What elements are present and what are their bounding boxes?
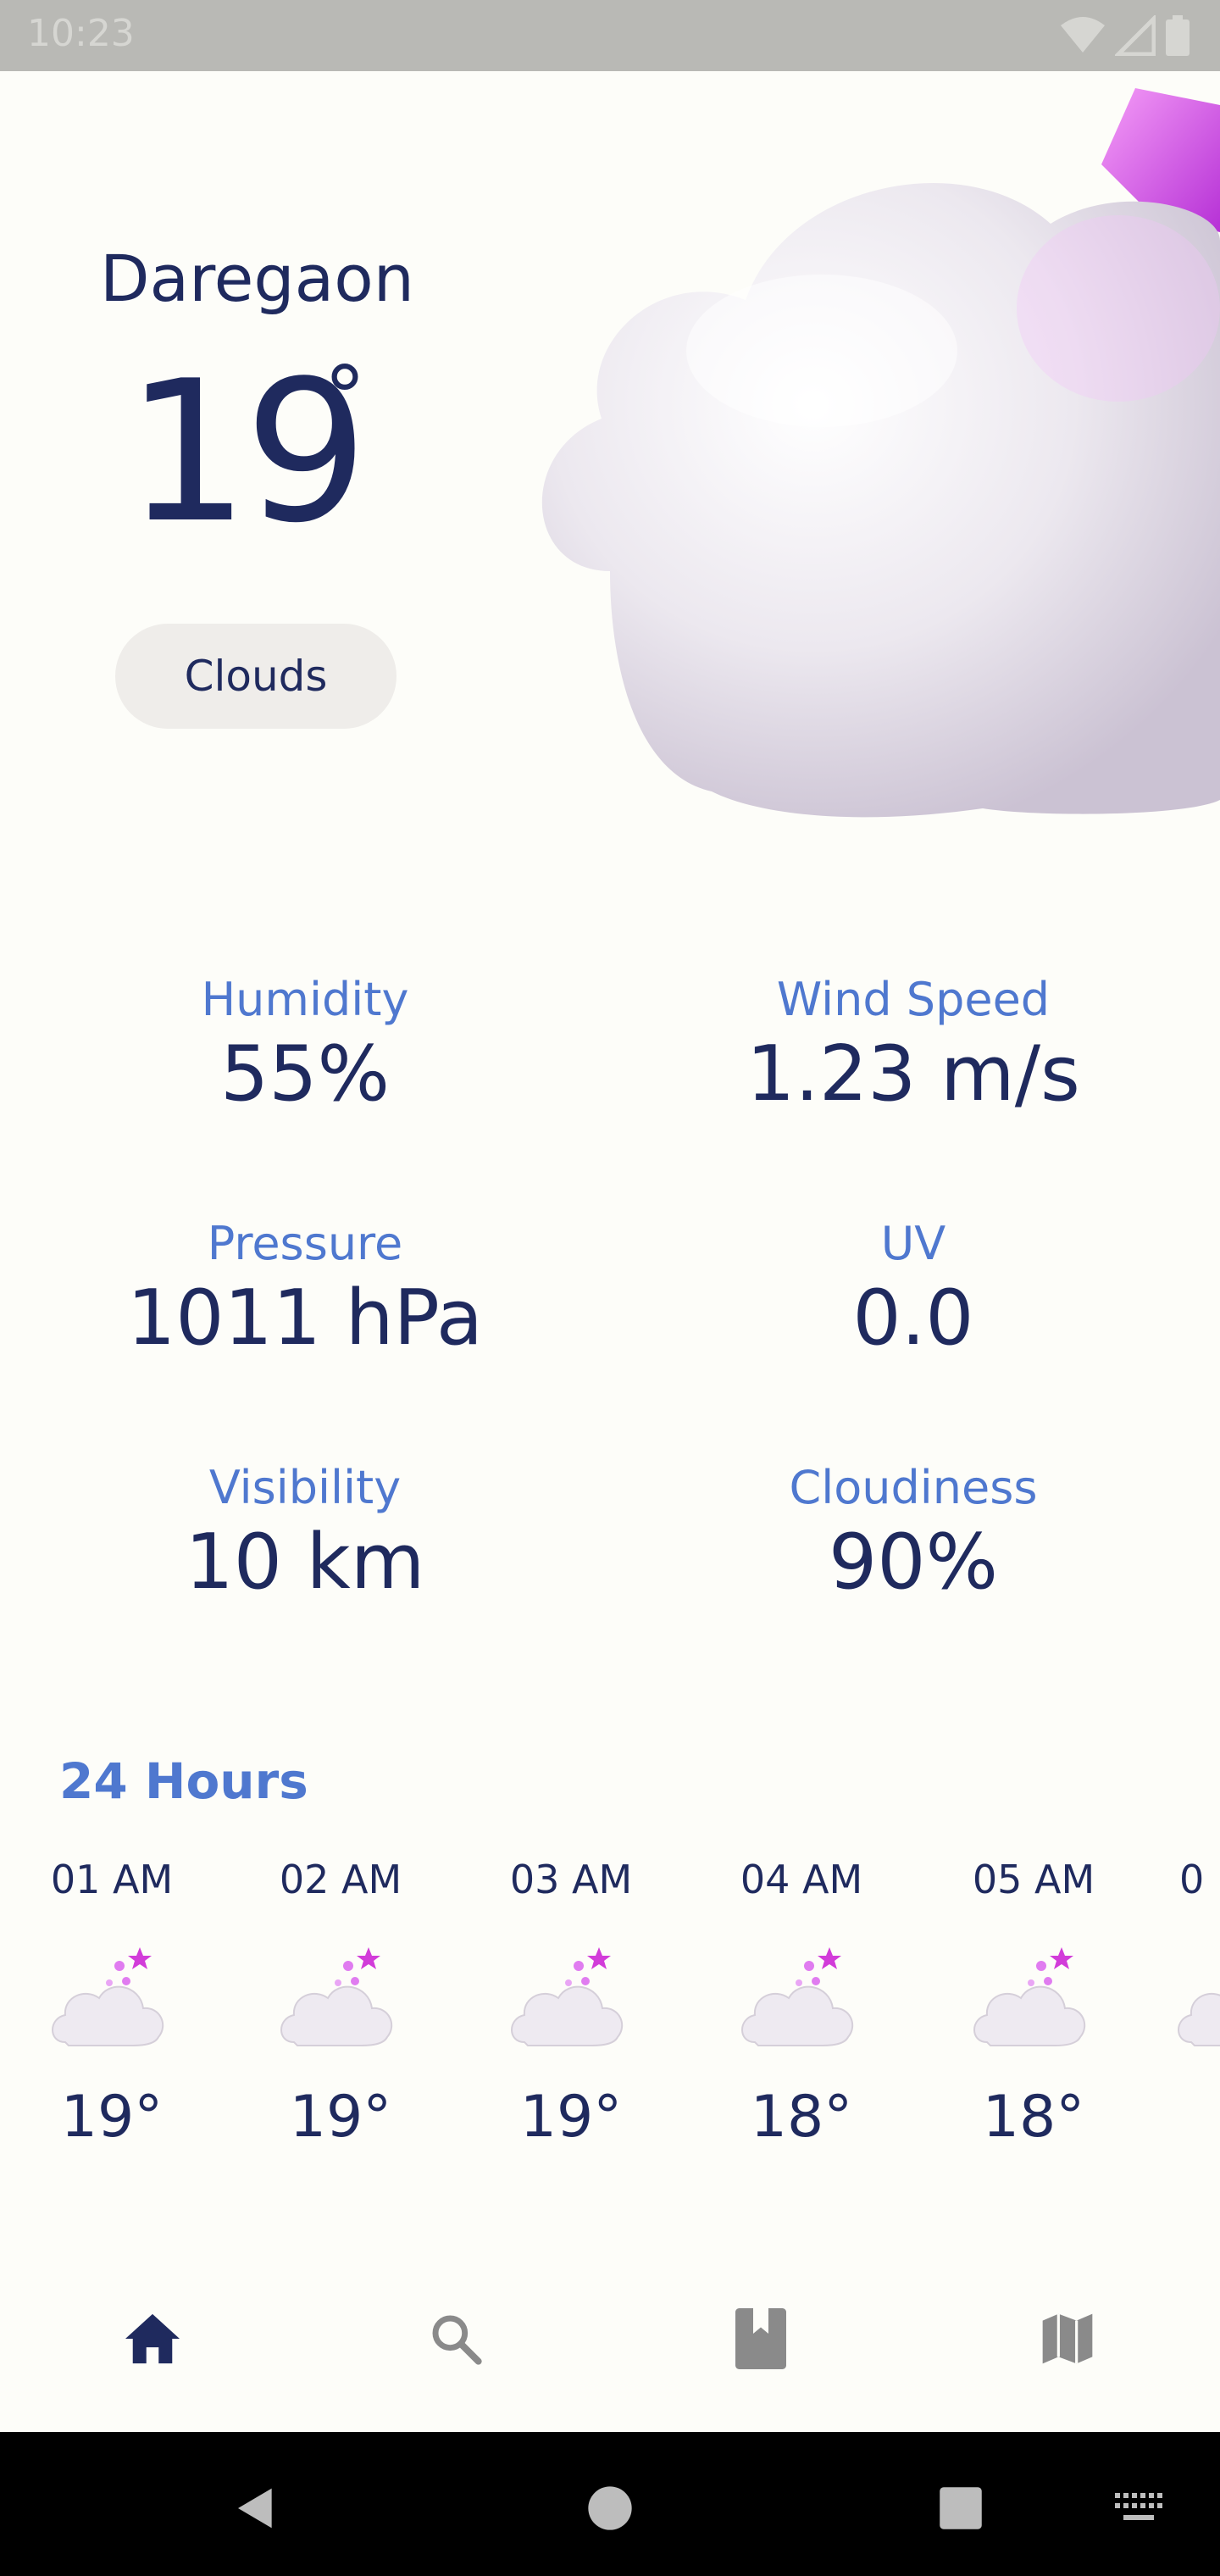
hour-time: 05 AM: [972, 1857, 1095, 1902]
stat-visibility: Visibility 10 km: [85, 1461, 525, 1605]
keyboard-button[interactable]: [1105, 2474, 1173, 2542]
stat-label: Humidity: [201, 973, 409, 1026]
battery-icon: [1166, 15, 1190, 56]
hour-item[interactable]: 01 AM 19°: [27, 1856, 197, 2151]
stat-label: Visibility: [208, 1461, 402, 1514]
stat-wind-speed: Wind Speed 1.23 m/s: [693, 973, 1134, 1117]
home-icon: [125, 2313, 180, 2364]
stat-value: 1.23 m/s: [746, 1030, 1080, 1119]
cloud-night-icon: [1178, 1992, 1220, 2046]
stat-label: Wind Speed: [776, 973, 1051, 1026]
recents-button[interactable]: [927, 2474, 995, 2542]
nav-search[interactable]: [405, 2288, 507, 2390]
condition-chip: Clouds: [115, 624, 396, 729]
hour-time: 01 AM: [50, 1857, 174, 1902]
stat-cloudiness: Cloudiness 90%: [693, 1461, 1134, 1605]
stat-value: 1011 hPa: [126, 1274, 484, 1363]
stat-humidity: Humidity 55%: [85, 973, 525, 1117]
hour-time: 02 AM: [279, 1857, 402, 1902]
bookmark-icon: [735, 2308, 786, 2369]
system-navigation-bar: [0, 2432, 1220, 2576]
hour-temp: 19°: [60, 2084, 164, 2151]
hour-item[interactable]: 05 AM 18°: [949, 1856, 1118, 2151]
map-icon: [1042, 2313, 1093, 2364]
back-button[interactable]: [222, 2474, 290, 2542]
hour-temp: 18°: [982, 2084, 1085, 2151]
cloud-night-icon: [511, 1947, 624, 2046]
nav-bookmarks[interactable]: [710, 2288, 812, 2390]
stat-value: 90%: [828, 1518, 999, 1607]
stat-uv: UV 0.0: [693, 1217, 1134, 1361]
nav-map[interactable]: [1017, 2288, 1118, 2390]
hour-temp: 19°: [519, 2084, 623, 2151]
stat-value: 0.0: [852, 1274, 974, 1363]
stat-value: 10 km: [185, 1518, 425, 1607]
hour-temp: 18°: [750, 2084, 853, 2151]
home-button[interactable]: [576, 2474, 644, 2542]
signal-icon: [1115, 15, 1156, 56]
recents-icon: [940, 2487, 982, 2529]
stat-label: UV: [880, 1217, 946, 1270]
back-icon: [238, 2488, 272, 2529]
hourly-section-title: 24 Hours: [59, 1752, 308, 1810]
hour-item[interactable]: 04 AM 18°: [717, 1856, 886, 2151]
cloud-night-icon: [973, 1947, 1086, 2046]
keyboard-icon: [1115, 2493, 1162, 2520]
status-icons: [1059, 15, 1203, 56]
hour-time: 03 AM: [509, 1857, 633, 1902]
hour-temp: 19°: [289, 2084, 392, 2151]
hour-time: 0: [1179, 1857, 1205, 1902]
degree-symbol: °: [324, 347, 366, 447]
bottom-navigation: [0, 2254, 1220, 2432]
hour-item[interactable]: 0: [1178, 1856, 1220, 2059]
nav-home[interactable]: [102, 2288, 203, 2390]
stat-label: Cloudiness: [789, 1461, 1038, 1514]
city-name: Daregaon: [100, 241, 414, 316]
cloud-night-icon: [52, 1947, 164, 2046]
wifi-icon: [1061, 17, 1105, 53]
cloud-night-icon: [280, 1947, 393, 2046]
status-time: 10:23: [27, 12, 135, 55]
status-bar: 10:23: [0, 0, 1220, 71]
stat-value: 55%: [219, 1030, 391, 1119]
condition-label: Clouds: [184, 652, 328, 701]
cloud-night-icon: [741, 1947, 854, 2046]
hour-item[interactable]: 03 AM 19°: [486, 1856, 656, 2151]
hour-time: 04 AM: [740, 1857, 863, 1902]
home-circle-icon: [588, 2486, 632, 2530]
hour-item[interactable]: 02 AM 19°: [256, 1856, 425, 2151]
cloud-moon-icon: [541, 88, 1220, 818]
hourly-forecast-list[interactable]: 01 AM 19° 02 AM 19° 03 AM 19° 04 AM 18° …: [0, 1856, 1220, 2178]
search-icon: [432, 2315, 482, 2365]
stat-pressure: Pressure 1011 hPa: [85, 1217, 525, 1361]
stat-label: Pressure: [207, 1217, 403, 1270]
